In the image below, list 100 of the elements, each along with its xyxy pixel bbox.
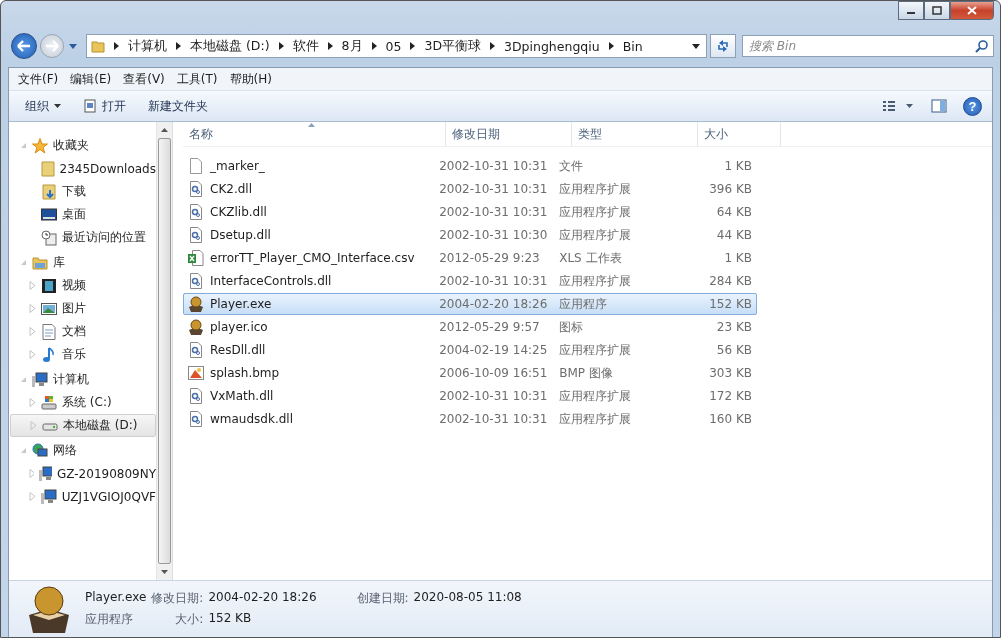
gear-file-icon xyxy=(188,181,204,197)
menu-item[interactable]: 帮助(H) xyxy=(229,70,272,88)
type-cell-text: 文件 xyxy=(558,157,585,175)
caret-icon xyxy=(54,104,61,108)
column-header[interactable]: 大小 xyxy=(698,122,781,146)
download-folder-icon xyxy=(41,183,57,200)
search-icon xyxy=(975,40,988,53)
scroll-up-icon[interactable] xyxy=(161,128,168,132)
size-cell-text: 284 KB xyxy=(708,274,753,288)
window-icon xyxy=(83,99,97,113)
sidebar-item[interactable]: 2345Downloads xyxy=(10,157,156,180)
menu-item[interactable]: 工具(T) xyxy=(176,70,218,88)
refresh-button[interactable] xyxy=(710,34,736,58)
sidebar-item[interactable]: 桌面 xyxy=(10,203,156,226)
list-view-icon xyxy=(883,100,913,112)
column-header[interactable]: 名称 xyxy=(183,122,446,146)
scrollbar[interactable] xyxy=(156,122,172,580)
sidebar-item-label: 最近访问的位置 xyxy=(62,229,146,246)
breadcrumb[interactable]: 3Dpinghengqiu xyxy=(504,38,600,54)
minimize-button[interactable] xyxy=(898,1,924,20)
breadcrumb[interactable]: 本地磁盘 (D:) xyxy=(190,37,270,55)
column-header[interactable]: 修改日期 xyxy=(446,122,572,146)
maximize-button[interactable] xyxy=(924,1,950,20)
sidebar-group[interactable]: 收藏夹 xyxy=(9,134,156,157)
toolbar-button[interactable]: 新建文件夹 xyxy=(140,93,216,119)
sidebar-item[interactable]: 音乐 xyxy=(10,343,156,366)
column-header[interactable]: 类型 xyxy=(572,122,698,146)
sidebar-item[interactable]: 图片 xyxy=(10,297,156,320)
breadcrumb[interactable]: 计算机 xyxy=(128,37,167,55)
file-name: CKZlib.dll xyxy=(210,205,267,219)
sidebar-item-label: 系统 (C:) xyxy=(62,394,112,411)
breadcrumb[interactable]: 3D平衡球 xyxy=(424,37,481,55)
breadcrumb-arrow-icon[interactable] xyxy=(278,42,284,50)
toolbar-button[interactable]: 打开 xyxy=(75,93,134,119)
sidebar-item[interactable]: 本地磁盘 (D:) xyxy=(10,414,156,437)
file-name: VxMath.dll xyxy=(210,389,274,403)
sidebar-group[interactable]: 网络 xyxy=(9,439,156,462)
breadcrumb-arrow-icon[interactable] xyxy=(176,42,181,50)
size-cell-text: 1 KB xyxy=(723,251,753,265)
file-row[interactable]: wmaudsdk.dll 2002-10-31 10:31 应用程序扩展 160 KB xyxy=(183,408,757,430)
date-cell-text: 2002-10-31 10:31 xyxy=(438,205,549,219)
sidebar-group[interactable]: 计算机 xyxy=(9,368,156,391)
sidebar-item-label: 2345Downloads xyxy=(59,161,156,176)
breadcrumb-arrow-icon[interactable] xyxy=(490,42,495,50)
sidebar-group[interactable]: 库 xyxy=(9,251,156,274)
globe-on-pedestal-icon xyxy=(188,319,204,335)
sidebar-item[interactable]: GZ-20190809NY xyxy=(10,462,156,485)
sidebar-item[interactable]: UZJ1VGIOJ0QVF xyxy=(10,485,156,508)
sidebar-item[interactable]: 系统 (C:) xyxy=(10,391,156,414)
gear-file-icon xyxy=(188,204,204,220)
date-cell-text: 2002-10-31 10:30 xyxy=(438,228,549,242)
file-row[interactable]: splash.bmp 2006-10-09 16:51 BMP 图像 303 KB xyxy=(183,362,757,384)
scrollbar-thumb[interactable] xyxy=(158,138,171,564)
breadcrumb[interactable]: 软件 xyxy=(292,37,319,55)
breadcrumb-arrow-icon[interactable] xyxy=(114,42,119,50)
file-row[interactable]: CK2.dll 2002-10-31 10:31 应用程序扩展 396 KB xyxy=(183,178,757,200)
sidebar-item[interactable]: 视频 xyxy=(10,274,156,297)
date-cell-text: 2006-10-09 16:51 xyxy=(438,366,549,380)
menu-item[interactable]: 编辑(E) xyxy=(70,70,112,88)
file-row[interactable]: Dsetup.dll 2002-10-31 10:30 应用程序扩展 44 KB xyxy=(183,224,757,246)
menu-item[interactable]: 文件(F) xyxy=(18,70,59,88)
search-field[interactable]: 搜索 Bin xyxy=(742,35,994,57)
file-row[interactable]: Player.exe 2004-02-20 18:26 应用程序 152 KB xyxy=(183,293,757,315)
breadcrumb[interactable]: Bin xyxy=(622,38,643,54)
refresh-icon xyxy=(716,39,730,53)
toolbar-button[interactable]: 组织 xyxy=(17,93,69,119)
type-cell-text: BMP 图像 xyxy=(558,364,614,382)
breadcrumb[interactable]: 05 xyxy=(385,38,402,54)
date-cell-text: 2002-10-31 10:31 xyxy=(438,274,549,288)
file-row[interactable]: ResDll.dll 2004-02-19 14:25 应用程序扩展 56 KB xyxy=(183,339,757,361)
scroll-down-icon[interactable] xyxy=(161,570,168,574)
breadcrumb-arrow-icon[interactable] xyxy=(327,42,333,50)
recent-places-icon xyxy=(41,229,57,246)
address-bar[interactable]: 计算机 本地磁盘 (D:) 软件 8月 05 3D平衡球 3Dpinghengqiu Bin xyxy=(86,34,707,58)
breadcrumb-arrow-icon[interactable] xyxy=(371,42,377,50)
recent-pages-caret-icon[interactable] xyxy=(69,43,77,49)
menu-item[interactable]: 查看(V) xyxy=(123,70,165,88)
field-value: 2020-08-05 11:08 xyxy=(413,590,522,606)
breadcrumb[interactable]: 8月 xyxy=(341,37,363,55)
back-button[interactable] xyxy=(11,33,37,59)
size-cell-text: 396 KB xyxy=(708,182,753,196)
date-cell-text: 2002-10-31 10:31 xyxy=(438,182,549,196)
dropdown-caret-icon[interactable] xyxy=(692,43,700,49)
file-row[interactable]: InterfaceControls.dll 2002-10-31 10:31 应用程序扩展 284 KB xyxy=(183,270,757,292)
file-row[interactable]: CKZlib.dll 2002-10-31 10:31 应用程序扩展 64 KB xyxy=(183,201,757,223)
type-cell-text: 应用程序扩展 xyxy=(558,410,633,428)
sidebar-item[interactable]: 文档 xyxy=(10,320,156,343)
help-button[interactable]: ? xyxy=(963,96,982,116)
file-name: errorTT_Player_CMO_Interface.csv xyxy=(210,251,415,265)
breadcrumb-arrow-icon[interactable] xyxy=(608,42,614,50)
file-row[interactable]: player.ico 2012-05-29 9:57 图标 23 KB xyxy=(183,316,757,338)
file-row[interactable]: VxMath.dll 2002-10-31 10:31 应用程序扩展 172 KB xyxy=(183,385,757,407)
sidebar-item[interactable]: 最近访问的位置 xyxy=(10,226,156,249)
file-row[interactable]: _marker_ 2002-10-31 10:31 文件 1 KB xyxy=(183,155,757,177)
sidebar-item[interactable]: 下载 xyxy=(10,180,156,203)
breadcrumb-arrow-icon[interactable] xyxy=(410,42,416,50)
close-button[interactable] xyxy=(950,1,994,20)
file-row[interactable]: errorTT_Player_CMO_Interface.csv 2012-05-29 9:23 XLS 工作表 1 KB xyxy=(183,247,757,269)
size-cell-text: 23 KB xyxy=(715,320,753,334)
field-value: 2004-02-20 18:26 xyxy=(208,590,317,606)
